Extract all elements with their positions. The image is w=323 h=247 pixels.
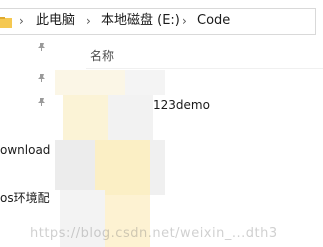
file-name: python123demo xyxy=(111,98,210,112)
pin-icon[interactable] xyxy=(37,73,47,83)
nav-item-downloads[interactable]: ownload xyxy=(0,143,50,157)
pin-icon[interactable] xyxy=(37,97,47,107)
column-header-name[interactable]: 名称 xyxy=(90,49,114,63)
folder-icon xyxy=(0,17,12,28)
breadcrumb-item-code[interactable]: Code xyxy=(197,13,230,29)
chevron-right-icon[interactable]: › xyxy=(19,14,24,28)
column-divider xyxy=(86,68,323,69)
nav-item-env-config[interactable]: os环境配 xyxy=(0,191,50,205)
file-explorer-window: › 此电脑 › 本地磁盘 (E:) › Code ownload os环境配 名… xyxy=(0,0,323,247)
navigation-pane: ownload os环境配 xyxy=(0,36,70,247)
chevron-right-icon[interactable]: › xyxy=(86,14,91,28)
list-item[interactable]: python123demo xyxy=(92,97,272,115)
folder-icon xyxy=(92,99,106,111)
watermark-text: https://blog.csdn.net/weixin_...dth3 xyxy=(30,226,278,241)
address-bar[interactable]: › 此电脑 › 本地磁盘 (E:) › Code xyxy=(0,8,316,35)
breadcrumb-item-local-disk[interactable]: 本地磁盘 (E:) xyxy=(101,13,180,29)
breadcrumb-item-this-pc[interactable]: 此电脑 xyxy=(36,13,75,29)
chevron-right-icon[interactable]: › xyxy=(182,14,187,28)
pin-icon[interactable] xyxy=(37,42,47,52)
